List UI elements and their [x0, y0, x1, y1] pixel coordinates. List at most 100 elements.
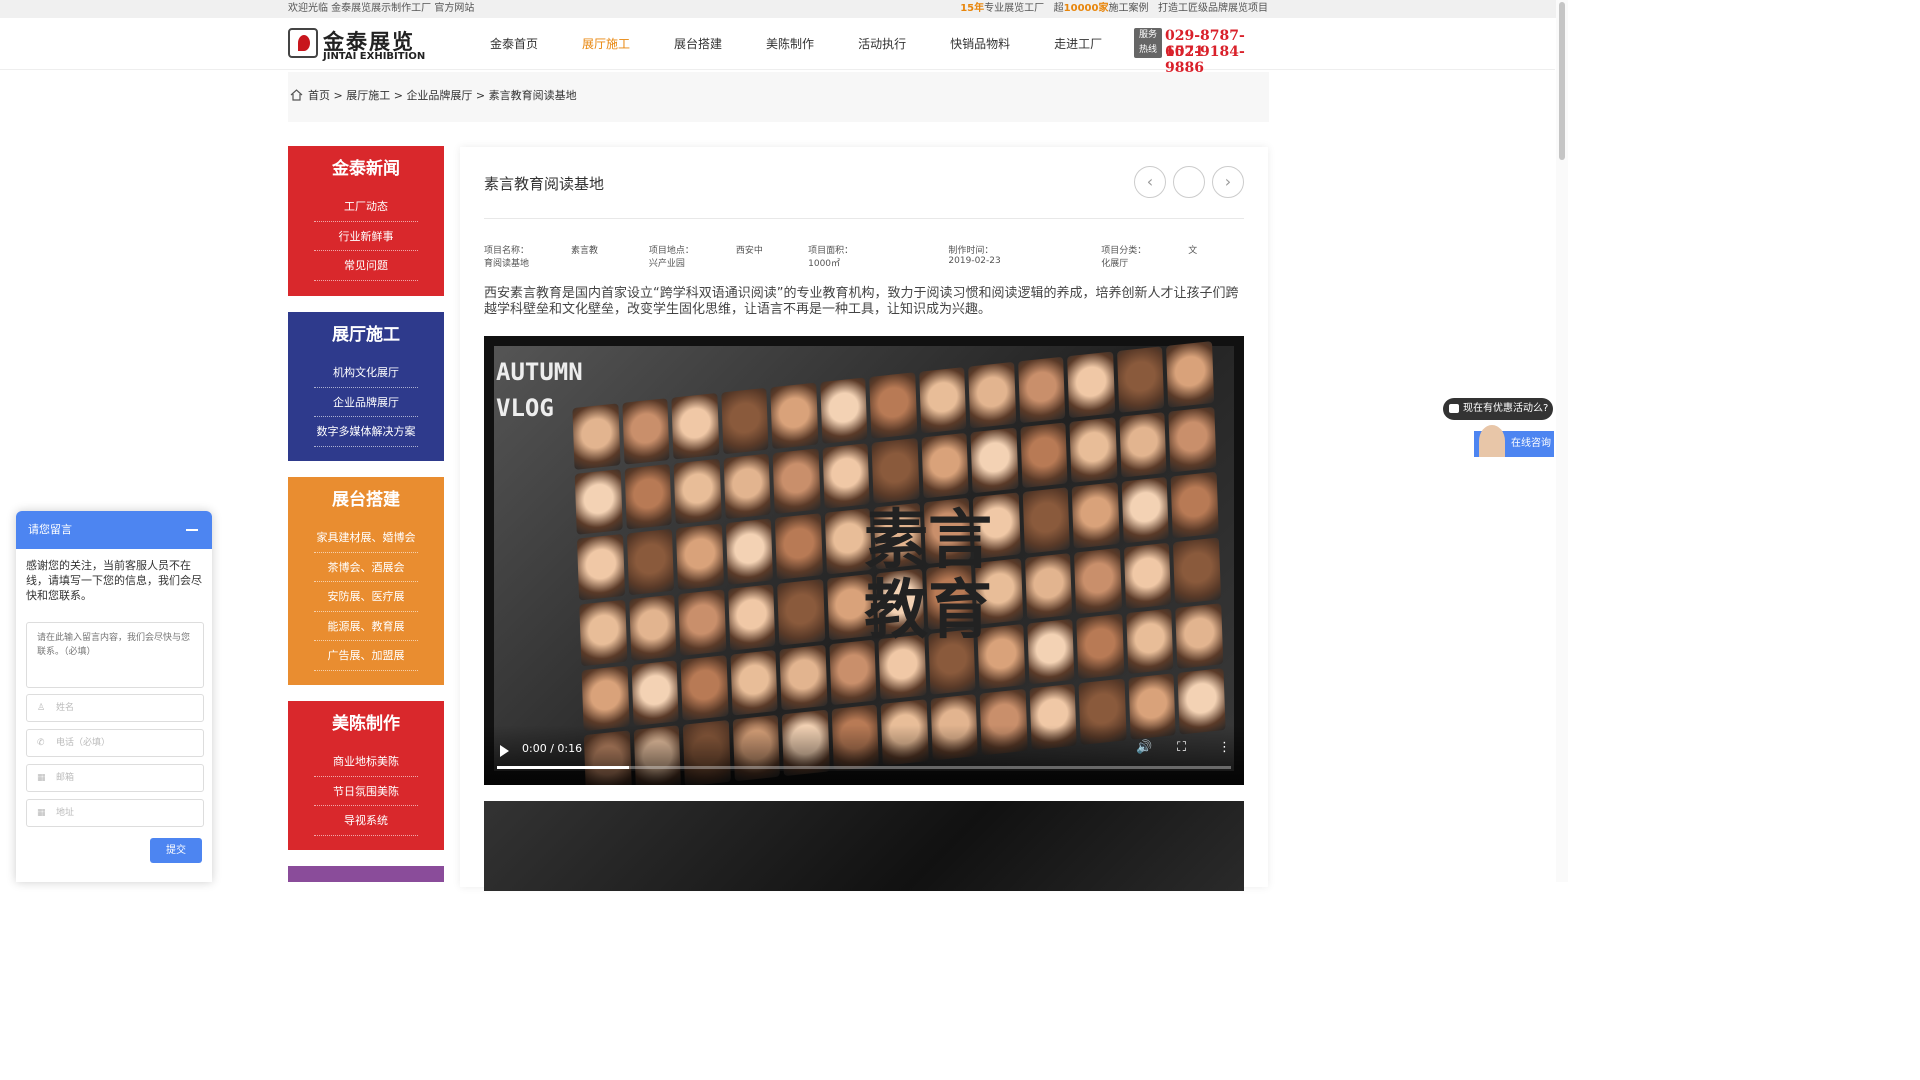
meta-date: 制作时间：2019-02-23	[948, 243, 1059, 269]
phone-icon: ✆	[37, 738, 45, 748]
project-video-2[interactable]	[484, 801, 1244, 891]
sidebar-item-security-medical[interactable]: 安防展、医疗展	[314, 582, 418, 612]
photo-tile	[671, 392, 720, 460]
photo-tile	[720, 387, 769, 455]
photo-tile	[1171, 471, 1219, 539]
breadcrumb-current: 素言教育阅读基地	[488, 89, 577, 102]
volume-icon[interactable]: 🔊	[1136, 740, 1152, 755]
photo-tile	[1123, 542, 1172, 609]
video-overlay-text: AUTUMN VLOG	[496, 354, 583, 426]
online-consult-button[interactable]: 在线咨询	[1474, 425, 1554, 457]
name-field[interactable]: ♙ 姓名	[26, 694, 204, 722]
sidebar-item-digital-media[interactable]: 数字多媒体解决方案	[314, 417, 418, 447]
sidebar-item-tea-wine-expo[interactable]: 茶博会、酒展会	[314, 553, 418, 582]
photo-tile	[774, 513, 823, 580]
meta-location-label: 项目地点：	[648, 246, 694, 256]
address-field[interactable]: ▦ 地址	[26, 799, 204, 827]
play-icon[interactable]	[500, 745, 509, 757]
nav-materials[interactable]: 快销品物料	[928, 18, 1032, 70]
nav-factory[interactable]: 走进工厂	[1032, 18, 1124, 70]
photo-tile	[779, 644, 828, 711]
photo-tile	[624, 463, 672, 530]
sidebar-item-faq[interactable]: 常见问题	[314, 251, 418, 281]
photo-tile	[921, 432, 969, 499]
photo-tile	[1027, 618, 1075, 685]
sidebar-news-title[interactable]: 金泰新闻	[288, 146, 444, 192]
meta-category-label: 项目分类：	[1101, 246, 1147, 256]
photo-tile	[829, 639, 877, 706]
sidebar-item-festival[interactable]: 节日氛围美陈	[314, 777, 418, 806]
wall-logo-text: 素言 教育	[864, 506, 992, 646]
page-scrollbar[interactable]	[1556, 0, 1568, 882]
nav-showroom[interactable]: 展厅施工	[560, 18, 652, 70]
middle-button[interactable]	[1173, 166, 1205, 198]
sidebar-item-advertising[interactable]: 广告展、加盟展	[314, 641, 418, 671]
sidebar-next-block	[288, 866, 444, 882]
meta-date-value: 2019-02-23	[948, 256, 1001, 266]
phone-field[interactable]: ✆ 电话（必填）	[26, 729, 204, 757]
photo-tile	[770, 382, 819, 449]
prev-button[interactable]: ‹	[1134, 166, 1166, 198]
scrollbar-thumb[interactable]	[1559, 2, 1565, 160]
promo-bubble[interactable]: 现在有优惠活动么?	[1443, 398, 1553, 420]
video-overlay-line-1: AUTUMN	[496, 358, 583, 386]
photo-tile	[621, 398, 670, 465]
photo-tile	[631, 660, 679, 727]
sidebar-display-title[interactable]: 美陈制作	[288, 701, 444, 747]
sidebar-showroom-title[interactable]: 展厅施工	[288, 312, 444, 358]
meta-location: 项目地点： 西安中兴产业园	[649, 243, 766, 269]
sidebar-item-landmark[interactable]: 商业地标美陈	[314, 747, 418, 777]
breadcrumb-home[interactable]: 首页	[308, 89, 330, 102]
divider	[484, 218, 1244, 219]
nav-display[interactable]: 美陈制作	[744, 18, 836, 70]
sidebar-item-culture-hall[interactable]: 机构文化展厅	[314, 358, 418, 388]
photo-tile	[819, 377, 868, 444]
site-logo[interactable]: 金泰展览 JINTAI EXHIBITION	[288, 26, 428, 62]
video-progress-bar[interactable]	[497, 766, 1231, 769]
photo-tile	[725, 518, 774, 585]
sidebar-item-energy-education[interactable]: 能源展、教育展	[314, 612, 418, 641]
photo-tile	[581, 665, 630, 732]
promo-text: 现在有优惠活动么?	[1463, 403, 1549, 414]
photo-tile	[730, 649, 778, 716]
wall-logo-line-1: 素言	[864, 503, 992, 578]
photo-tile	[1024, 553, 1073, 620]
sidebar-item-furniture-expo[interactable]: 家具建材展、婚博会	[314, 523, 418, 553]
online-consult-text: 在线咨询	[1511, 438, 1551, 449]
photo-tile	[576, 534, 625, 601]
cases-text: 施工案例	[1108, 3, 1149, 14]
minimize-icon[interactable]	[186, 529, 198, 531]
hotline-label-2: 热线	[1138, 45, 1157, 55]
nav-events[interactable]: 活动执行	[836, 18, 928, 70]
meta-area-label: 项目面积：	[808, 246, 854, 256]
photo-tile	[626, 529, 675, 596]
years-highlight: 15年	[960, 3, 985, 14]
sidebar-item-industry-news[interactable]: 行业新鲜事	[314, 222, 418, 251]
address-placeholder: 地址	[56, 808, 75, 818]
more-options-icon[interactable]: ⋮	[1218, 740, 1231, 755]
photo-tile	[1069, 416, 1118, 484]
fullscreen-icon[interactable]: ⛶	[1177, 740, 1186, 755]
submit-button[interactable]: 提交	[150, 838, 202, 863]
photo-tile	[579, 599, 627, 666]
breadcrumb-showroom[interactable]: 展厅施工	[346, 89, 390, 102]
photo-tile	[968, 361, 1017, 429]
sidebar-booth-title[interactable]: 展台搭建	[288, 477, 444, 523]
nav-booth[interactable]: 展台搭建	[652, 18, 744, 70]
photo-tile	[869, 372, 918, 439]
meta-area: 项目面积： 1000㎡	[808, 243, 906, 269]
message-textarea[interactable]	[26, 622, 204, 688]
next-button[interactable]: ›	[1212, 166, 1244, 198]
breadcrumb-brand-hall[interactable]: 企业品牌展厅	[406, 89, 472, 102]
project-video[interactable]: 素言 教育 AUTUMN VLOG 0:00 / 0:16 🔊 ⛶ ⋮	[484, 336, 1244, 785]
sidebar-showroom: 展厅施工 机构文化展厅 企业品牌展厅 数字多媒体解决方案	[288, 312, 444, 461]
photo-tile	[574, 468, 623, 536]
wall-logo-line-2: 教育	[864, 573, 992, 648]
sidebar-item-factory-news[interactable]: 工厂动态	[314, 192, 418, 222]
meta-category: 项目分类： 文化展厅	[1101, 243, 1202, 269]
nav-home[interactable]: 金泰首页	[468, 18, 560, 70]
email-field[interactable]: ▦ 邮箱	[26, 764, 204, 792]
video-time: 0:00 / 0:16	[522, 742, 583, 755]
sidebar-item-brand-hall[interactable]: 企业品牌展厅	[314, 388, 418, 417]
sidebar-item-signage[interactable]: 导视系统	[314, 806, 418, 836]
